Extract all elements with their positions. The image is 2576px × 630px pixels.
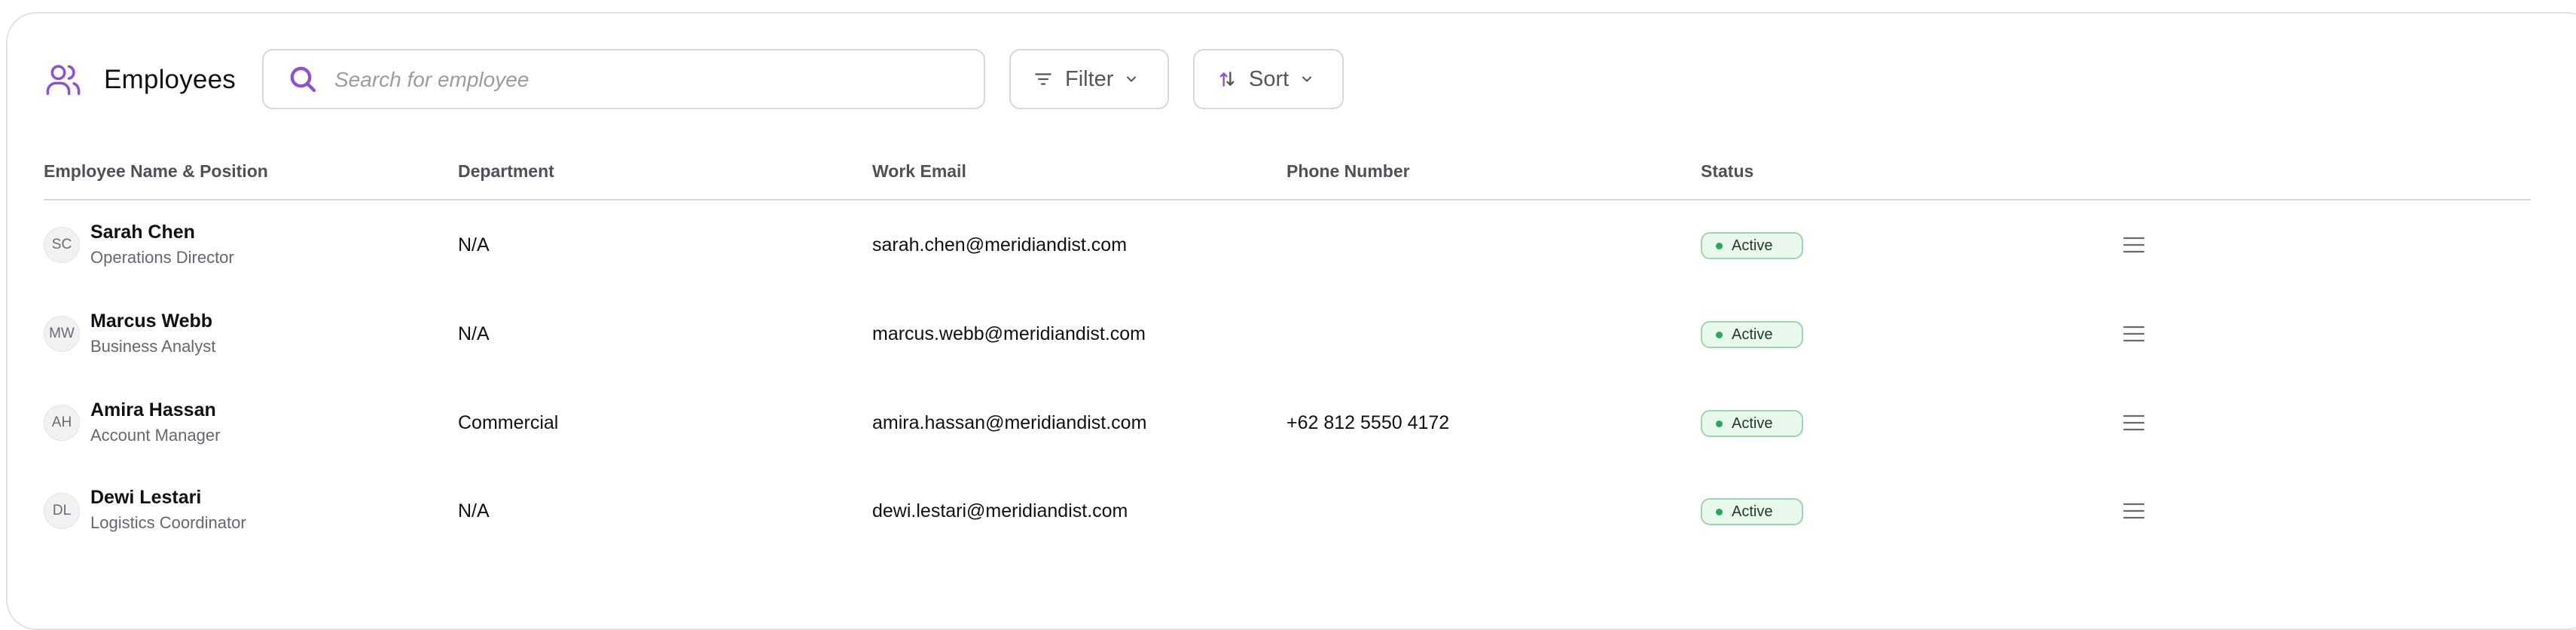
table-row[interactable]: MW Marcus Webb Business Analyst N/A marc… [0, 289, 2576, 378]
toolbar: Employees Filter Sort [0, 0, 2576, 158]
users-icon [46, 65, 81, 96]
employee-name: Dewi Lestari [90, 487, 202, 508]
row-menu-icon[interactable] [2123, 414, 2145, 432]
employee-name: Marcus Webb [90, 310, 213, 332]
status-label: Active [1732, 503, 1773, 520]
employee-position: Business Analyst [90, 337, 216, 356]
avatar: SC [44, 227, 80, 263]
status-badge: Active [1701, 232, 1803, 259]
search-icon [290, 66, 316, 93]
row-menu-icon[interactable] [2123, 325, 2145, 343]
page-title: Employees [104, 65, 236, 94]
employee-position: Account Manager [90, 426, 221, 445]
column-header-phone[interactable]: Phone Number [1286, 161, 1410, 182]
chevron-down-icon [1127, 76, 1137, 82]
employee-name: Amira Hassan [90, 399, 216, 421]
table-row[interactable]: SC Sarah Chen Operations Director N/A sa… [0, 200, 2576, 289]
avatar: AH [44, 405, 80, 441]
department-cell: N/A [458, 323, 490, 344]
status-label: Active [1732, 414, 1773, 432]
filter-lines-icon [1035, 73, 1051, 85]
status-dot [1716, 508, 1723, 515]
department-cell: N/A [458, 500, 490, 521]
employee-name: Sarah Chen [90, 222, 195, 243]
status-dot [1716, 242, 1723, 249]
status-label: Active [1732, 237, 1773, 254]
sort-label: Sort [1249, 66, 1290, 91]
avatar: DL [44, 493, 80, 529]
column-header-name[interactable]: Employee Name & Position [44, 161, 268, 182]
column-header-status[interactable]: Status [1701, 161, 1753, 182]
filter-label: Filter [1065, 66, 1114, 91]
status-label: Active [1732, 326, 1773, 343]
email-cell: sarah.chen@meridiandist.com [872, 234, 1128, 255]
table-row[interactable]: AH Amira Hassan Account Manager Commerci… [0, 378, 2576, 467]
email-cell: dewi.lestari@meridiandist.com [872, 500, 1128, 521]
status-badge: Active [1701, 321, 1803, 348]
sort-button[interactable]: Sort [1193, 49, 1344, 109]
phone-cell: +62 812 5550 4172 [1286, 412, 1450, 433]
column-header-email[interactable]: Work Email [872, 161, 966, 182]
chevron-down-icon [1302, 76, 1312, 82]
row-menu-icon[interactable] [2123, 236, 2145, 254]
table-row[interactable]: DL Dewi Lestari Logistics Coordinator N/… [0, 467, 2576, 556]
status-dot [1716, 331, 1723, 338]
department-cell: N/A [458, 234, 490, 255]
employee-position: Logistics Coordinator [90, 513, 246, 532]
sort-arrows-icon [1219, 72, 1235, 87]
column-header-department[interactable]: Department [458, 161, 554, 182]
status-badge: Active [1701, 498, 1803, 525]
email-cell: amira.hassan@meridiandist.com [872, 412, 1147, 433]
avatar: MW [44, 316, 80, 352]
status-badge: Active [1701, 410, 1803, 437]
employee-position: Operations Director [90, 248, 234, 267]
row-menu-icon[interactable] [2123, 502, 2145, 520]
search-input[interactable] [333, 60, 969, 100]
department-cell: Commercial [458, 412, 559, 433]
search-box[interactable] [262, 49, 985, 109]
email-cell: marcus.webb@meridiandist.com [872, 323, 1146, 344]
status-dot [1716, 420, 1723, 427]
filter-button[interactable]: Filter [1009, 49, 1169, 109]
